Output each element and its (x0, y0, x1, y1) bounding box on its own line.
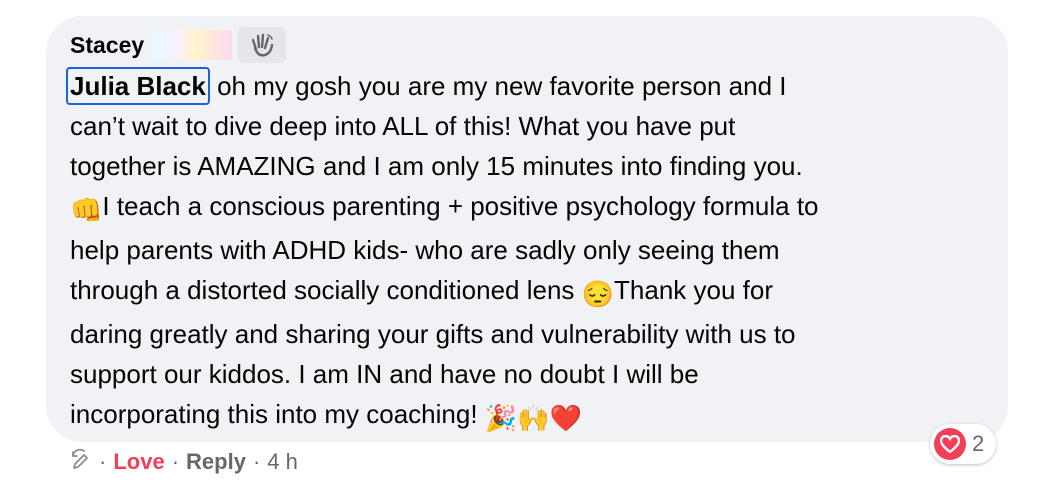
heart-icon (934, 428, 966, 460)
comment-line: Thank you for (614, 275, 774, 305)
comment-line: daring greatly and sharing your gifts an… (70, 319, 796, 349)
comment-line: can’t wait to dive deep into ALL of this… (70, 111, 736, 141)
reply-button[interactable]: Reply (186, 449, 246, 475)
comment-line: help parents with ADHD kids- who are sad… (70, 235, 780, 265)
mention-link[interactable]: Julia Black (66, 67, 210, 105)
comment-line: I teach a conscious parenting + positive… (102, 191, 819, 221)
author-name[interactable]: Stacey (70, 32, 144, 59)
comment-header: Stacey (70, 27, 287, 63)
separator: · (171, 449, 180, 474)
separator: · (99, 449, 107, 474)
comment-line: incorporating this into my coaching! (70, 399, 485, 429)
comment-line: support our kiddos. I am IN and have no … (70, 359, 699, 389)
separator: · (252, 449, 261, 474)
timestamp[interactable]: 4 h (267, 449, 298, 475)
comment-line: oh my gosh you are my new favorite perso… (209, 71, 787, 101)
pensive-face-emoji: 😔 (581, 279, 615, 309)
love-reaction-button[interactable]: Love (113, 449, 164, 475)
edit-history-icon[interactable] (70, 448, 92, 476)
waving-hand-icon (238, 27, 287, 63)
comment-actions: · Love · Reply · 4 h (70, 448, 298, 476)
celebration-emojis: 🎉🙌❤️ (484, 403, 582, 433)
redacted-author-surname (152, 30, 233, 60)
comment-text: Julia Black oh my gosh you are my new fa… (66, 66, 990, 438)
fist-bump-emoji: 👊 (70, 195, 103, 225)
comment-line: through a distorted socially conditioned… (70, 275, 582, 305)
comment-line: together is AMAZING and I am only 15 min… (70, 151, 803, 181)
reaction-count: 2 (972, 431, 985, 456)
reaction-summary[interactable]: 2 (930, 424, 997, 464)
